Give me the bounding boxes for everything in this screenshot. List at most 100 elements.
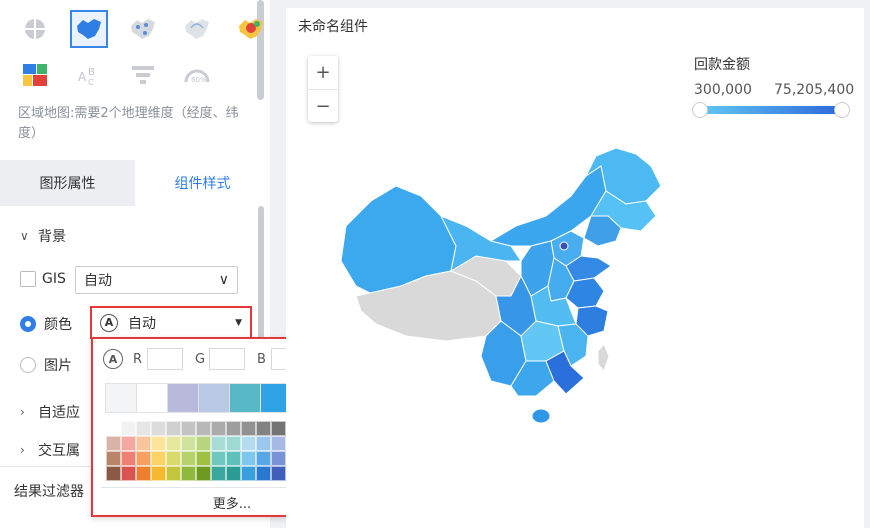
palette-color-swatch[interactable] bbox=[121, 451, 136, 466]
adaptive-section-header[interactable]: › 自适应 bbox=[20, 402, 80, 422]
gis-checkbox[interactable] bbox=[20, 271, 36, 287]
auto-color-icon[interactable]: A bbox=[103, 349, 123, 369]
color-label: 颜色 bbox=[44, 317, 72, 333]
palette-color-swatch[interactable] bbox=[106, 421, 121, 436]
palette-color-swatch[interactable] bbox=[181, 466, 196, 481]
palette-color-swatch[interactable] bbox=[166, 436, 181, 451]
image-label: 图片 bbox=[44, 358, 72, 374]
palette-color-swatch[interactable] bbox=[121, 466, 136, 481]
palette-color-swatch[interactable] bbox=[226, 421, 241, 436]
palette-color-swatch[interactable] bbox=[151, 436, 166, 451]
palette-color-swatch[interactable] bbox=[166, 451, 181, 466]
palette-color-swatch[interactable] bbox=[136, 436, 151, 451]
auto-color-icon: A bbox=[100, 313, 118, 332]
palette-color-swatch[interactable] bbox=[181, 421, 196, 436]
background-section-header[interactable]: ∨ 背景 bbox=[20, 226, 66, 246]
palette-color-swatch[interactable] bbox=[166, 466, 181, 481]
china-map-icon[interactable] bbox=[70, 10, 108, 48]
result-filter-title: 结果过滤器 bbox=[14, 484, 84, 500]
tab-graphic-properties[interactable]: 图形属性 bbox=[0, 160, 135, 206]
legend-min-value: 300,000 bbox=[694, 82, 752, 98]
palette-color-swatch[interactable] bbox=[166, 421, 181, 436]
panel-tabs: 图形属性 组件样式 bbox=[0, 160, 270, 206]
palette-color-swatch[interactable] bbox=[241, 466, 256, 481]
flow-map-icon[interactable] bbox=[178, 10, 216, 48]
background-section-label: 背景 bbox=[38, 229, 66, 245]
style-scrollbar[interactable] bbox=[258, 206, 264, 351]
r-label: R bbox=[133, 351, 143, 367]
gis-select-value: 自动 bbox=[84, 273, 112, 289]
palette-color-swatch[interactable] bbox=[211, 451, 226, 466]
chart-type-row-2: ABC 60% bbox=[16, 56, 216, 94]
b-label: B bbox=[257, 351, 266, 367]
palette-color-swatch[interactable] bbox=[271, 466, 286, 481]
palette-color-swatch[interactable] bbox=[106, 466, 121, 481]
zoom-out-button[interactable]: − bbox=[308, 89, 338, 122]
svg-text:A: A bbox=[78, 70, 87, 84]
palette-color-swatch[interactable] bbox=[226, 451, 241, 466]
legend-min-handle[interactable] bbox=[692, 102, 708, 118]
palette-color-swatch[interactable] bbox=[181, 436, 196, 451]
palette-color-swatch[interactable] bbox=[196, 451, 211, 466]
palette-color-swatch[interactable] bbox=[106, 451, 121, 466]
interaction-section-label: 交互属 bbox=[38, 443, 80, 459]
r-input[interactable] bbox=[147, 348, 183, 370]
color-radio[interactable] bbox=[20, 316, 36, 332]
zoom-in-button[interactable]: + bbox=[308, 56, 338, 89]
legend-title: 回款金额 bbox=[694, 57, 750, 73]
china-region-map[interactable] bbox=[326, 146, 686, 446]
palette-color-swatch[interactable] bbox=[241, 421, 256, 436]
recent-color-swatch[interactable] bbox=[105, 383, 137, 413]
palette-color-swatch[interactable] bbox=[196, 436, 211, 451]
palette-color-swatch[interactable] bbox=[136, 421, 151, 436]
palette-color-swatch[interactable] bbox=[211, 421, 226, 436]
image-radio[interactable] bbox=[20, 357, 36, 373]
point-map-icon[interactable] bbox=[124, 10, 162, 48]
palette-color-swatch[interactable] bbox=[211, 436, 226, 451]
heat-map-icon[interactable] bbox=[232, 10, 270, 48]
dropdown-arrow-icon: ▼ bbox=[235, 317, 242, 328]
recent-color-swatch[interactable] bbox=[136, 383, 168, 413]
g-input[interactable] bbox=[209, 348, 245, 370]
palette-color-swatch[interactable] bbox=[211, 466, 226, 481]
palette-color-swatch[interactable] bbox=[121, 421, 136, 436]
recent-color-swatch[interactable] bbox=[229, 383, 261, 413]
palette-color-swatch[interactable] bbox=[271, 451, 286, 466]
legend-max-value: 75,205,400 bbox=[774, 82, 855, 98]
region-map-icon[interactable] bbox=[16, 10, 54, 48]
funnel-icon[interactable] bbox=[124, 56, 162, 94]
word-cloud-icon[interactable]: ABC bbox=[70, 56, 108, 94]
gis-select[interactable]: 自动 ∨ bbox=[75, 266, 238, 294]
palette-color-swatch[interactable] bbox=[226, 466, 241, 481]
palette-color-swatch[interactable] bbox=[256, 451, 271, 466]
palette-color-swatch[interactable] bbox=[136, 466, 151, 481]
recent-color-swatch[interactable] bbox=[198, 383, 230, 413]
chevron-down-icon: ∨ bbox=[218, 272, 229, 288]
legend-max-handle[interactable] bbox=[834, 102, 850, 118]
palette-color-swatch[interactable] bbox=[271, 436, 286, 451]
palette-color-swatch[interactable] bbox=[241, 436, 256, 451]
palette-color-swatch[interactable] bbox=[241, 451, 256, 466]
interaction-section-header[interactable]: › 交互属 bbox=[20, 440, 80, 460]
palette-color-swatch[interactable] bbox=[271, 421, 286, 436]
palette-color-swatch[interactable] bbox=[151, 421, 166, 436]
palette-color-swatch[interactable] bbox=[226, 436, 241, 451]
palette-color-swatch[interactable] bbox=[106, 436, 121, 451]
palette-color-swatch[interactable] bbox=[181, 451, 196, 466]
tab-component-style[interactable]: 组件样式 bbox=[135, 160, 270, 206]
palette-color-swatch[interactable] bbox=[151, 466, 166, 481]
svg-text:60%: 60% bbox=[191, 76, 207, 84]
gauge-icon[interactable]: 60% bbox=[178, 56, 216, 94]
chevron-right-icon: › bbox=[20, 443, 25, 457]
palette-color-swatch[interactable] bbox=[196, 466, 211, 481]
palette-color-swatch[interactable] bbox=[121, 436, 136, 451]
palette-color-swatch[interactable] bbox=[256, 436, 271, 451]
palette-color-swatch[interactable] bbox=[256, 466, 271, 481]
palette-color-swatch[interactable] bbox=[151, 451, 166, 466]
color-select[interactable]: A 自动 ▼ bbox=[90, 306, 252, 339]
recent-color-swatch[interactable] bbox=[167, 383, 199, 413]
treemap-icon[interactable] bbox=[16, 56, 54, 94]
palette-color-swatch[interactable] bbox=[256, 421, 271, 436]
palette-color-swatch[interactable] bbox=[136, 451, 151, 466]
palette-color-swatch[interactable] bbox=[196, 421, 211, 436]
